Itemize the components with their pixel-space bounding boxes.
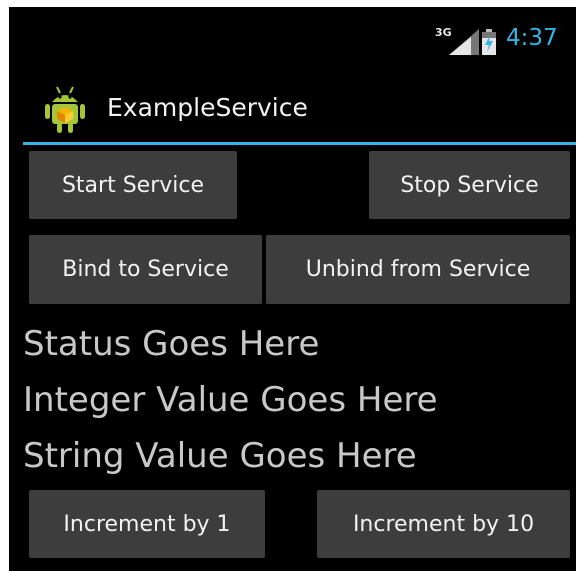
battery-charging-icon bbox=[482, 29, 496, 55]
string-value-label: String Value Goes Here bbox=[23, 436, 417, 476]
integer-value-label: Integer Value Goes Here bbox=[23, 380, 438, 420]
increment-by-10-button[interactable]: Increment by 10 bbox=[317, 490, 570, 558]
action-bar-divider bbox=[23, 142, 576, 145]
unbind-service-button[interactable]: Unbind from Service bbox=[266, 235, 570, 304]
clock: 4:37 bbox=[506, 25, 558, 51]
start-service-button[interactable]: Start Service bbox=[29, 151, 237, 219]
android-app-icon bbox=[45, 86, 85, 133]
app-title: ExampleService bbox=[107, 93, 308, 122]
action-bar: ExampleService bbox=[9, 71, 576, 149]
status-bar: 3G 4:37 bbox=[9, 7, 576, 71]
increment-by-1-button[interactable]: Increment by 1 bbox=[29, 490, 265, 558]
bind-service-button[interactable]: Bind to Service bbox=[29, 235, 262, 304]
phone-screen: 3G 4:37 ExampleService Start Service Sto… bbox=[9, 7, 576, 571]
status-label: Status Goes Here bbox=[23, 324, 320, 364]
stop-service-button[interactable]: Stop Service bbox=[369, 151, 570, 219]
signal-icon bbox=[449, 29, 479, 55]
